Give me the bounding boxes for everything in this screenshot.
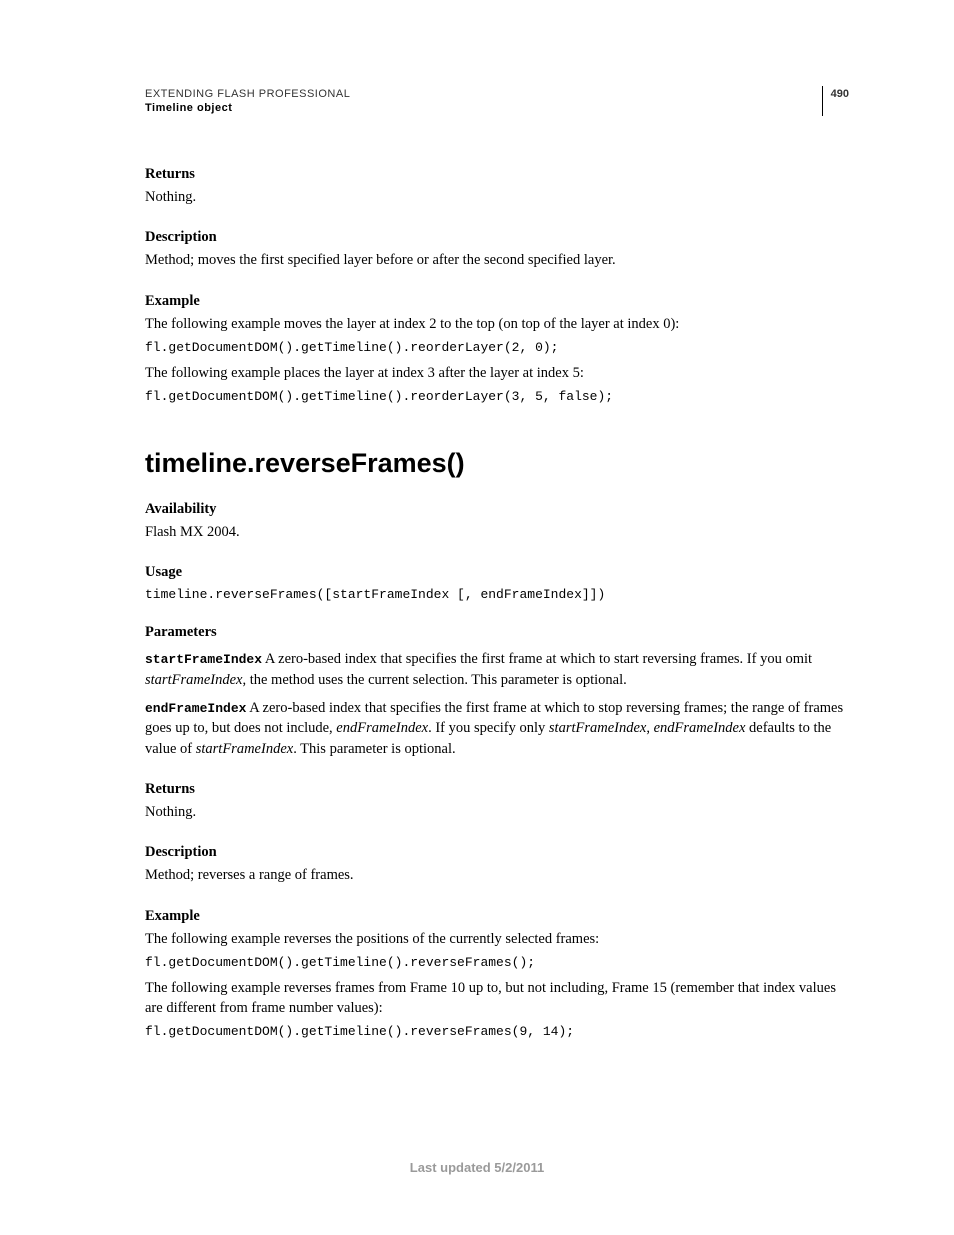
header-subtitle: Timeline object bbox=[145, 102, 350, 114]
param1-text-a: A zero-based index that specifies the fi… bbox=[262, 651, 812, 667]
parameters-label: Parameters bbox=[145, 624, 849, 641]
header-title: EXTENDING FLASH PROFESSIONAL bbox=[145, 88, 350, 100]
page-content: EXTENDING FLASH PROFESSIONAL Timeline ob… bbox=[0, 0, 954, 1039]
description-text: Method; moves the first specified layer … bbox=[145, 250, 849, 270]
usage-code: timeline.reverseFrames([startFrameIndex … bbox=[145, 587, 849, 602]
description-label: Description bbox=[145, 229, 849, 246]
example-intro-2: The following example places the layer a… bbox=[145, 363, 849, 383]
param2-ital3: endFrameIndex bbox=[654, 720, 746, 736]
param2-text-e: . This parameter is optional. bbox=[293, 741, 455, 757]
param2-text-c: , bbox=[646, 720, 653, 736]
returns-label-2: Returns bbox=[145, 781, 849, 798]
availability-text: Flash MX 2004. bbox=[145, 522, 849, 542]
code-block-2: fl.getDocumentDOM().getTimeline().reorde… bbox=[145, 389, 849, 404]
method-heading: timeline.reverseFrames() bbox=[145, 448, 849, 479]
param-startframeindex: startFrameIndex A zero-based index that … bbox=[145, 649, 849, 690]
code-block-3: fl.getDocumentDOM().getTimeline().revers… bbox=[145, 955, 849, 970]
page-header: EXTENDING FLASH PROFESSIONAL Timeline ob… bbox=[145, 88, 849, 116]
param1-text-b: , the method uses the current selection.… bbox=[242, 672, 626, 688]
description-label-2: Description bbox=[145, 844, 849, 861]
page-footer: Last updated 5/2/2011 bbox=[0, 1160, 954, 1175]
example2-intro-1: The following example reverses the posit… bbox=[145, 929, 849, 949]
availability-label: Availability bbox=[145, 501, 849, 518]
example-label: Example bbox=[145, 293, 849, 310]
code-block-1: fl.getDocumentDOM().getTimeline().reorde… bbox=[145, 340, 849, 355]
param2-text-b: . If you specify only bbox=[428, 720, 549, 736]
param2-ital4: startFrameIndex bbox=[196, 741, 293, 757]
example-intro-1: The following example moves the layer at… bbox=[145, 314, 849, 334]
page-number-wrap: 490 bbox=[822, 88, 849, 116]
param-name-2: endFrameIndex bbox=[145, 701, 246, 716]
returns-label: Returns bbox=[145, 166, 849, 183]
param-endframeindex: endFrameIndex A zero-based index that sp… bbox=[145, 698, 849, 759]
example-label-2: Example bbox=[145, 908, 849, 925]
page-number-divider bbox=[822, 86, 823, 116]
returns-text-2: Nothing. bbox=[145, 802, 849, 822]
example2-intro-2: The following example reverses frames fr… bbox=[145, 978, 849, 1019]
returns-text: Nothing. bbox=[145, 187, 849, 207]
header-left: EXTENDING FLASH PROFESSIONAL Timeline ob… bbox=[145, 88, 350, 114]
param1-ital: startFrameIndex bbox=[145, 672, 242, 688]
code-block-4: fl.getDocumentDOM().getTimeline().revers… bbox=[145, 1024, 849, 1039]
param-name-1: startFrameIndex bbox=[145, 652, 262, 667]
description-text-2: Method; reverses a range of frames. bbox=[145, 865, 849, 885]
param2-ital2: startFrameIndex bbox=[549, 720, 646, 736]
page-number: 490 bbox=[831, 88, 849, 100]
param2-ital1: endFrameIndex bbox=[336, 720, 428, 736]
usage-label: Usage bbox=[145, 564, 849, 581]
